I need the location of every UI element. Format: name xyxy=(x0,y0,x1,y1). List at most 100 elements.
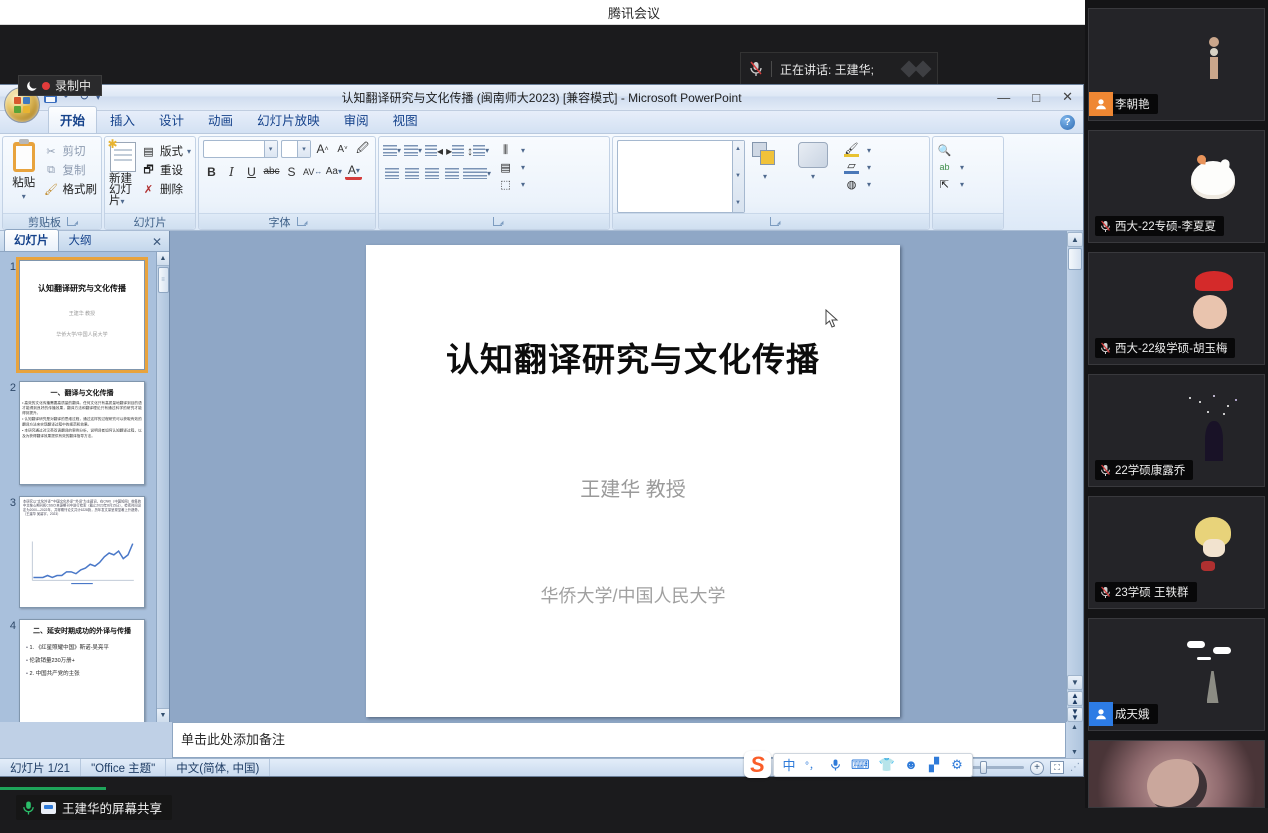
slide-2-thumbnail[interactable]: 一、翻译与文化传播 高效的文化传播需要高质量的翻译。任何文化只有高质量地翻译到目… xyxy=(19,381,145,485)
change-case-button[interactable]: Aa▾ xyxy=(325,163,342,180)
strikethrough-button[interactable]: abc xyxy=(263,163,280,180)
zoom-slider-thumb[interactable] xyxy=(980,761,987,774)
ppt-maximize-button[interactable]: □ xyxy=(1032,90,1040,105)
scroll-down-icon[interactable]: ▼ xyxy=(1067,675,1083,690)
panel-scrollbar[interactable]: ▲ ≡ ▼ xyxy=(156,252,169,722)
notes-scrollbar[interactable]: ▲▼ xyxy=(1066,722,1083,758)
previous-slide-button[interactable]: ▲▲ xyxy=(1067,691,1083,706)
voice-input-icon[interactable] xyxy=(828,758,842,772)
shape-fill-button[interactable]: 🖌▾ xyxy=(844,143,871,157)
reset-button[interactable]: 🗗重设 xyxy=(141,162,191,178)
tab-slides-thumbnails[interactable]: 幻灯片 xyxy=(4,229,59,251)
scrollbar-thumb[interactable] xyxy=(1068,248,1082,270)
sogou-logo-icon[interactable]: S xyxy=(744,751,771,778)
format-painter-button[interactable]: 🖌格式刷 xyxy=(44,181,98,197)
increase-indent-button[interactable]: ▸ xyxy=(446,142,464,159)
tab-view[interactable]: 视图 xyxy=(382,107,429,133)
zoom-in-button[interactable]: + xyxy=(1030,761,1044,775)
participant-tile[interactable]: 西大-22专硕-李夏夏 xyxy=(1088,130,1265,243)
bullets-button[interactable]: ▾ xyxy=(383,142,401,159)
quick-styles-button[interactable]: ▾ xyxy=(785,140,841,213)
grow-font-button[interactable]: A˄ xyxy=(314,141,331,158)
slide-title[interactable]: 认知翻译研究与文化传播 xyxy=(366,333,900,381)
thumbnail-row-4[interactable]: 4 二、延安时期成功的外译与传播 1. 《红星照耀中国》斯诺-吴亮平 伦敦销量2… xyxy=(4,619,153,722)
scroll-up-icon[interactable]: ▲ xyxy=(157,252,170,266)
slide-author[interactable]: 王建华 教授 xyxy=(366,473,900,502)
line-spacing-button[interactable]: ↕▾ xyxy=(467,142,489,159)
numbering-button[interactable]: ▾ xyxy=(404,142,422,159)
resize-grip[interactable]: ⋰ xyxy=(1070,762,1079,773)
align-right-button[interactable] xyxy=(423,165,440,182)
font-name-combo[interactable]: ▾ xyxy=(203,140,278,158)
skin-icon[interactable]: 👕 xyxy=(879,757,895,773)
punctuation-icon[interactable]: °， xyxy=(805,757,819,772)
notes-placeholder[interactable]: 单击此处添加备注 xyxy=(181,732,285,747)
thumbnail-row-3[interactable]: 3 本研究以"文化外译""中国文化外译""外译"为主题词，在CNKI（中国知网）… xyxy=(4,496,153,608)
align-left-button[interactable] xyxy=(383,165,400,182)
scroll-down-icon[interactable]: ▼ xyxy=(157,708,170,722)
tab-insert[interactable]: 插入 xyxy=(99,107,146,133)
settings-gear-icon[interactable]: ⚙ xyxy=(950,757,964,773)
slide-affiliation[interactable]: 华侨大学/中国人民大学 xyxy=(366,582,900,608)
help-icon[interactable]: ? xyxy=(1060,115,1075,130)
paste-button[interactable]: 粘贴▾ xyxy=(7,140,41,213)
delete-slide-button[interactable]: ✗删除 xyxy=(141,181,191,197)
scrollbar-thumb[interactable]: ≡ xyxy=(158,267,169,293)
character-spacing-button[interactable]: AV↔ xyxy=(303,163,322,180)
participant-tile[interactable]: 成天娥 xyxy=(1088,618,1265,731)
participant-tile[interactable] xyxy=(1088,740,1265,808)
layout-button[interactable]: ▤版式▾ xyxy=(141,143,191,159)
chinese-mode-icon[interactable]: 中 xyxy=(782,755,796,774)
slide-1-thumbnail[interactable]: 认知翻译研究与文化传播 王建华 教授 华侨大学/中国人民大学 xyxy=(19,260,145,370)
scroll-up-icon[interactable]: ▲ xyxy=(1067,232,1083,247)
columns-button[interactable]: ▾ xyxy=(463,165,491,182)
shadow-button[interactable]: S xyxy=(283,163,300,180)
slide-3-thumbnail[interactable]: 本研究以"文化外译""中国文化外译""外译"为主题词，在CNKI（中国知网）收集… xyxy=(19,496,145,608)
font-color-button[interactable]: A▾ xyxy=(345,163,362,180)
copy-button[interactable]: ⧉复制 xyxy=(44,162,98,178)
toolbox-icon[interactable]: ▞ xyxy=(927,757,941,773)
ppt-minimize-button[interactable]: — xyxy=(997,90,1010,105)
arrange-button[interactable]: ▾ xyxy=(748,140,782,213)
thumbnail-row-2[interactable]: 2 一、翻译与文化传播 高效的文化传播需要高质量的翻译。任何文化只有高质量地翻译… xyxy=(4,381,153,485)
clear-formatting-button[interactable]: 🖉 xyxy=(354,141,371,158)
new-slide-button[interactable]: 新建幻灯片▾ xyxy=(109,140,138,213)
panel-close-icon[interactable]: ✕ xyxy=(149,235,165,251)
slide-4-thumbnail[interactable]: 二、延安时期成功的外译与传播 1. 《红星照耀中国》斯诺-吴亮平 伦敦销量230… xyxy=(19,619,145,722)
font-size-combo[interactable]: ▾ xyxy=(281,140,311,158)
emoji-icon[interactable]: ☻ xyxy=(904,757,918,772)
dialog-launcher-icon[interactable] xyxy=(493,217,502,226)
shapes-gallery[interactable]: ▲▼▼ xyxy=(617,140,745,213)
tab-outline[interactable]: 大纲 xyxy=(60,230,101,251)
shape-effects-button[interactable]: ◍▾ xyxy=(844,177,871,191)
tab-animations[interactable]: 动画 xyxy=(197,107,244,133)
main-vertical-scrollbar[interactable]: ▲ ▼ ▲▲ ▼▼ xyxy=(1066,231,1083,722)
cut-button[interactable]: ✂剪切 xyxy=(44,143,98,159)
bold-button[interactable]: B xyxy=(203,163,220,180)
text-direction-button[interactable]: ⫼▾ xyxy=(498,143,525,157)
shape-outline-button[interactable]: ▱▾ xyxy=(844,160,871,174)
thumbnail-row-1[interactable]: 1 认知翻译研究与文化传播 王建华 教授 华侨大学/中国人民大学 xyxy=(4,260,153,370)
align-center-button[interactable] xyxy=(403,165,420,182)
select-button[interactable]: ⇱▾ xyxy=(937,177,964,191)
soft-keyboard-icon[interactable]: ⌨ xyxy=(851,757,870,773)
convert-smartart-button[interactable]: ⬚▾ xyxy=(498,177,525,191)
participant-tile[interactable]: 23学硕 王轶群 xyxy=(1088,496,1265,609)
dialog-launcher-icon[interactable] xyxy=(67,217,76,226)
participant-tile[interactable]: 22学硕康露乔 xyxy=(1088,374,1265,487)
tab-home[interactable]: 开始 xyxy=(48,106,97,133)
find-button[interactable]: 🔍 xyxy=(937,143,964,157)
align-text-button[interactable]: ▤▾ xyxy=(498,160,525,174)
tab-review[interactable]: 审阅 xyxy=(333,107,380,133)
participant-tile[interactable]: 西大-22级学硕-胡玉梅 xyxy=(1088,252,1265,365)
ppt-close-button[interactable]: ✕ xyxy=(1062,89,1073,105)
next-slide-button[interactable]: ▼▼ xyxy=(1067,707,1083,722)
dialog-launcher-icon[interactable] xyxy=(297,217,306,226)
replace-button[interactable]: ab▾ xyxy=(937,160,964,174)
current-slide[interactable]: 认知翻译研究与文化传播 王建华 教授 华侨大学/中国人民大学 xyxy=(366,245,900,717)
dialog-launcher-icon[interactable] xyxy=(770,217,779,226)
fit-to-window-icon[interactable]: ⛶ xyxy=(1050,761,1064,774)
underline-button[interactable]: U xyxy=(243,163,260,180)
italic-button[interactable]: I xyxy=(223,163,240,180)
tab-design[interactable]: 设计 xyxy=(148,107,195,133)
